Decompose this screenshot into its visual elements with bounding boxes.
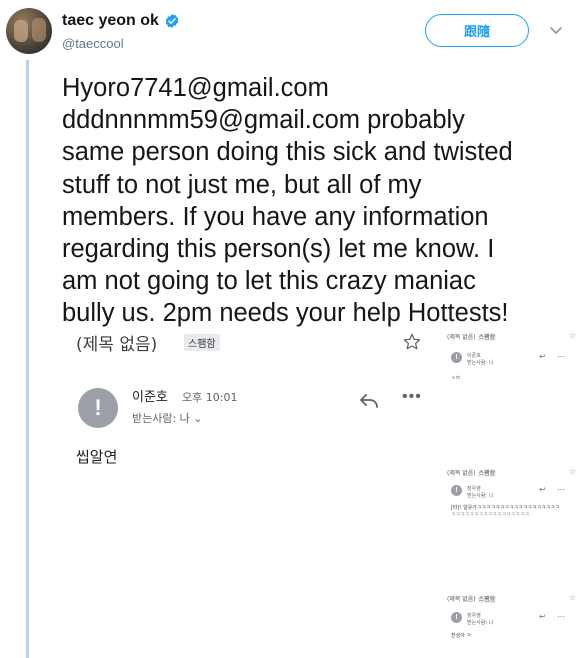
mini-email-1: (제목 없음) 스팸함 ☆ ! 이준호 받는사람: 나 ↩ ⋯ ㅅㅂ: [447, 331, 577, 392]
mini-email-body: [타]! 알유가ㅋㅋㅋㅋㅋㅋㅋㅋㅋㅋㅋㅋㅋㅋㅋㅋㅋㅋ: [451, 505, 560, 511]
mini-email-sender: 장우영: [467, 486, 481, 492]
warning-icon: !: [451, 612, 462, 623]
mini-email-2: (제목 없음) 스팸함 ☆ ! 장우영 받는사람: 나 ↩ ⋯ [타]! 알유가…: [447, 467, 577, 528]
star-icon: ☆: [569, 331, 577, 340]
email-screenshot: (제목 없음) 스팸함 ! 이준호 오후 10:01 받는사람: 나 ⌄ •••…: [62, 328, 580, 658]
chevron-down-icon[interactable]: [548, 25, 564, 37]
follow-button[interactable]: 跟隨: [425, 14, 529, 47]
thread-line: [26, 60, 29, 658]
star-icon: ☆: [569, 467, 577, 476]
mini-email-subject: (제목 없음) 스팸함: [447, 596, 497, 603]
warning-icon: !: [451, 352, 462, 363]
mini-email-sender: 장우영: [467, 613, 481, 619]
mini-email-subject: (제목 없음) 스팸함: [447, 470, 497, 477]
mini-email-sender: 이준호: [467, 353, 481, 359]
star-icon: ☆: [569, 593, 577, 602]
email-sender-name: 이준호: [132, 390, 168, 405]
email-sender-row: 이준호 오후 10:01: [132, 386, 237, 405]
mini-email-body: 찬성아 ㅋ: [451, 633, 471, 639]
mini-email-3: (제목 없음) 스팸함 ☆ ! 장우영 받는사람: 나 ↩ ⋯ 찬성아 ㅋ: [447, 593, 577, 654]
spam-label: 스팸함: [184, 334, 220, 351]
verified-badge-icon: [165, 14, 179, 28]
more-options-icon: ⋯: [557, 612, 565, 621]
reply-icon: ↩: [539, 485, 546, 494]
mini-email-recipient: 받는사람: 나: [467, 360, 494, 366]
mini-email-body-line2: ㅋㅋㅋㅋㅋㅋㅋㅋㅋㅋㅋㅋㅋㅋㅋㅋㅋ: [451, 512, 530, 518]
email-time: 오후 10:01: [182, 391, 238, 404]
mini-email-subject: (제목 없음) 스팸함: [447, 334, 497, 341]
reply-icon: [360, 394, 378, 408]
mini-email-body: ㅅㅂ: [451, 375, 461, 381]
reply-icon: ↩: [539, 612, 546, 621]
author-handle[interactable]: @taeccool: [62, 36, 124, 51]
more-options-icon: ⋯: [557, 352, 565, 361]
email-subject: (제목 없음): [76, 335, 158, 355]
warning-icon: !: [78, 388, 118, 428]
mini-email-recipient: 받는사람: 나: [467, 620, 494, 626]
email-body: 씹알연: [76, 448, 118, 466]
star-icon: [403, 333, 421, 350]
author-name-row[interactable]: taec yeon ok: [62, 12, 180, 30]
more-options-icon: •••: [402, 388, 422, 405]
more-options-icon: ⋯: [557, 485, 565, 494]
email-recipient: 받는사람: 나 ⌄: [132, 412, 203, 425]
tweet-text: Hyoro7741@gmail.com dddnnnmm59@gmail.com…: [62, 74, 513, 328]
author-name[interactable]: taec yeon ok: [62, 12, 159, 30]
avatar[interactable]: [6, 8, 52, 54]
reply-icon: ↩: [539, 352, 546, 361]
warning-icon: !: [451, 485, 462, 496]
mini-email-recipient: 받는사람: 나: [467, 493, 494, 499]
